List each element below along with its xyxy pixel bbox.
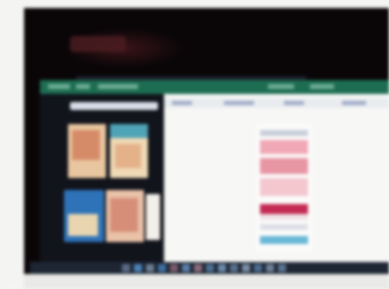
doc-block [260,140,308,154]
app-thumbnail-5 [146,194,160,240]
thumbnail-gallery-panel [40,94,164,262]
taskbar-app-icon [230,264,238,272]
taskbar-app-icon [170,264,178,272]
doc-block [260,130,308,136]
app-thumbnail-1 [68,124,106,178]
app-thumbnail-2 [110,124,148,178]
os-taskbar [30,262,389,274]
doc-block [260,158,308,174]
document-preview-panel [164,94,389,262]
app-thumbnail-3 [64,190,104,242]
green-navigation-bar [40,80,389,94]
photo-of-monitor [0,0,389,289]
desk-surface [24,274,389,289]
header-item-blur [172,101,192,105]
blurred-app-title [70,36,126,52]
doc-block [260,224,308,230]
header-item-blur [342,101,366,105]
taskbar-app-icon [206,264,214,272]
taskbar-app-icon [134,264,142,272]
taskbar-app-icon [122,264,130,272]
taskbar-app-icon [254,264,262,272]
taskbar-app-icon [266,264,274,272]
header-item-blur [284,101,304,105]
nav-item-blur [268,84,294,89]
taskbar-app-icon [182,264,190,272]
nav-item-blur [310,84,334,89]
taskbar-app-icon [242,264,250,272]
doc-block [260,178,308,196]
nav-item-blur [98,84,138,89]
taskbar-app-icon [218,264,226,272]
blurred-search-bar [70,102,158,110]
doc-block [260,214,308,220]
nav-item-blur [48,84,70,89]
taskbar-app-icon [158,264,166,272]
blurred-panel-header [164,98,389,108]
document-preview [256,124,312,252]
app-thumbnail-4 [106,190,144,242]
nav-item-blur [76,84,90,89]
doc-block [260,236,308,244]
taskbar-app-icon [194,264,202,272]
taskbar-app-icon [146,264,154,272]
doc-block [260,204,308,214]
taskbar-app-icon [278,264,286,272]
header-item-blur [224,101,254,105]
